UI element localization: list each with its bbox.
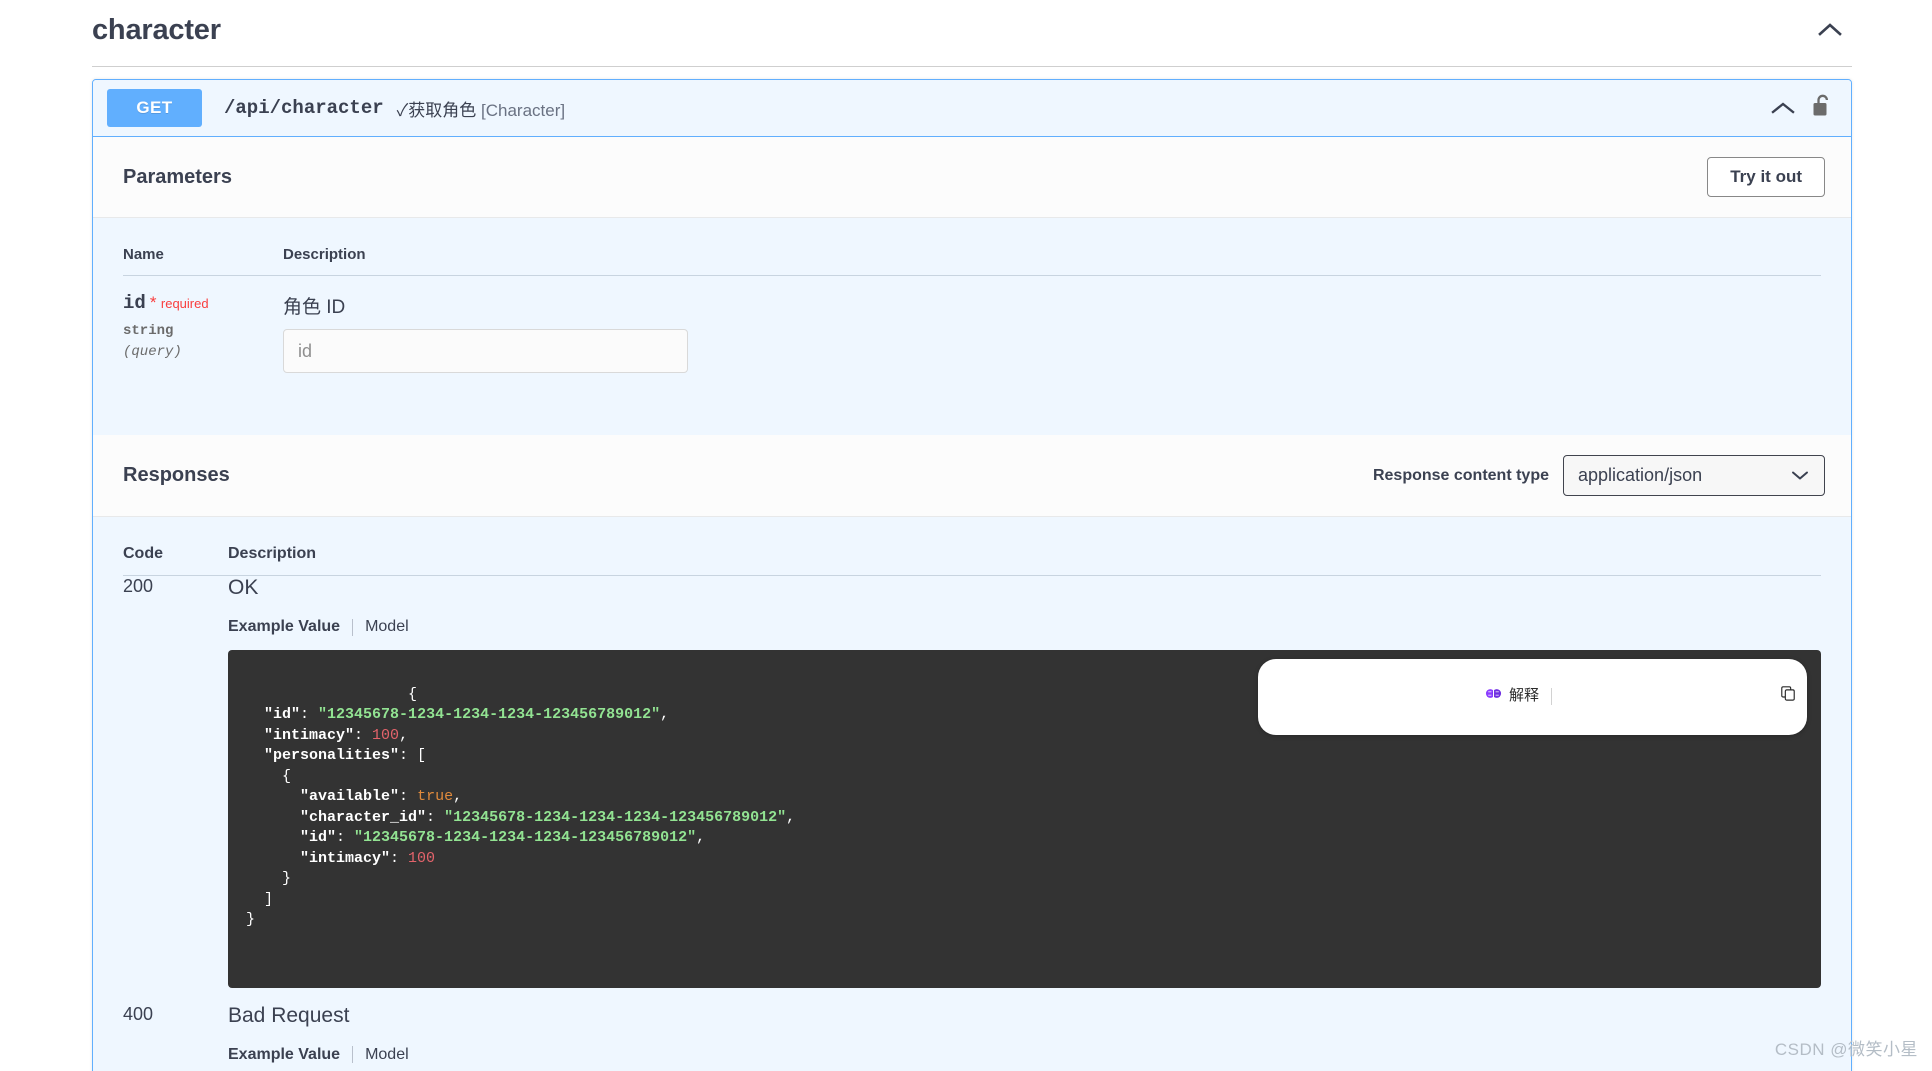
parameters-col-description: Description [283,218,1821,276]
response-description: Bad Request [228,1003,350,1027]
parameters-header-row: Name Description [123,218,1821,276]
responses-heading: Responses [123,464,230,486]
tab-example-value[interactable]: Example Value [228,1046,340,1064]
responses-header-row: Code Description [123,517,1821,576]
response-content-type-label: Response content type [1372,466,1549,484]
parameter-description-cell: 角色 ID [283,276,1821,436]
tab-divider [352,1046,354,1063]
required-star: * [149,293,157,312]
parameter-name-cell: id * required string (query) [123,276,283,436]
explain-button[interactable]: 解释 [1269,664,1539,730]
parameter-name-line: id * required [123,292,283,314]
opblock-controls [1770,93,1837,124]
tab-example-value[interactable]: Example Value [228,618,340,636]
parameters-section-header: Parameters Try it out [93,137,1851,218]
example-model-tabs: Example Value Model [228,618,1821,636]
code-content: { "id": "12345678-1234-1234-1234-1234567… [246,685,796,929]
parameter-name: id [123,292,146,314]
parameter-location: (query) [123,344,182,360]
parameters-col-name: Name [123,218,283,276]
http-method-badge: GET [107,89,202,127]
responses-table-wrap: Code Description 200 OK Example Value Mo… [93,517,1851,1071]
swagger-ui-page: character GET /api/character ✓获取角色 [Char… [0,0,1932,1071]
response-description-cell: Bad Request Example Value Model { "messa… [228,1004,1821,1071]
actions-divider [1550,688,1552,706]
parameters-table-wrap: Name Description id* required string (q [93,218,1851,435]
table-row: id * required string (query) 角色 ID [123,276,1821,436]
responses-section-header: Responses Response content type applicat… [93,435,1851,517]
parameters-table: Name Description id* required string (q [123,218,1821,435]
response-description-cell: OK Example Value Model { "id": "12345678… [228,576,1821,1004]
id-input[interactable] [283,329,688,373]
responses-table: Code Description 200 OK Example Value Mo… [123,517,1821,1071]
responses-col-code: Code [123,517,228,576]
page-title: character [92,13,221,46]
try-it-out-button[interactable]: Try it out [1707,157,1825,197]
parameter-description: 角色 ID [283,297,346,318]
response-content-type-select[interactable]: application/json [1563,455,1825,496]
response-code: 200 [123,576,154,596]
opblock-get-api-character: GET /api/character ✓获取角色 [Character] Par… [92,79,1852,1071]
opblock-summary-text: ✓获取角色 [396,100,477,120]
tag-section-character: character GET /api/character ✓获取角色 [Char… [0,0,1932,1071]
unlocked-padlock-icon[interactable] [1812,93,1833,124]
copy-button[interactable] [1564,665,1796,730]
required-label: required [160,296,209,311]
tab-model[interactable]: Model [365,1046,409,1064]
parameter-type: string [123,323,174,339]
code-block-actions: 解释 [1257,659,1807,735]
table-row: 200 OK Example Value Model { "id": "1234… [123,576,1821,1004]
parameters-heading: Parameters [123,165,232,188]
opblock-tag-bracket: [Character] [481,100,566,120]
table-row: 400 Bad Request Example Value Model { "m… [123,1004,1821,1071]
opblock-path: /api/character [224,97,384,119]
tab-divider [352,618,354,636]
tag-divider [92,66,1852,67]
chevron-up-icon[interactable] [1770,101,1796,116]
example-model-tabs: Example Value Model [228,1046,1821,1064]
response-code: 400 [123,1003,154,1024]
brain-icon [1269,664,1502,730]
opblock-summary-description: ✓获取角色 [Character] [397,96,565,121]
explain-label: 解释 [1508,687,1539,705]
tab-model[interactable]: Model [365,618,409,636]
response-content-type-value: application/json [1578,465,1703,485]
copy-icon [1564,665,1796,730]
responses-col-description: Description [228,517,1821,576]
tag-header[interactable]: character [92,0,1852,66]
response-content-type-control: Response content type application/json [1373,455,1825,496]
response-description: OK [228,576,259,599]
opblock-summary[interactable]: GET /api/character ✓获取角色 [Character] [93,80,1851,137]
chevron-down-icon [1790,465,1810,486]
parameters-spacer [283,373,1821,435]
example-value-code-block-200[interactable]: { "id": "12345678-1234-1234-1234-1234567… [228,650,1821,988]
chevron-up-icon[interactable] [1808,12,1852,48]
